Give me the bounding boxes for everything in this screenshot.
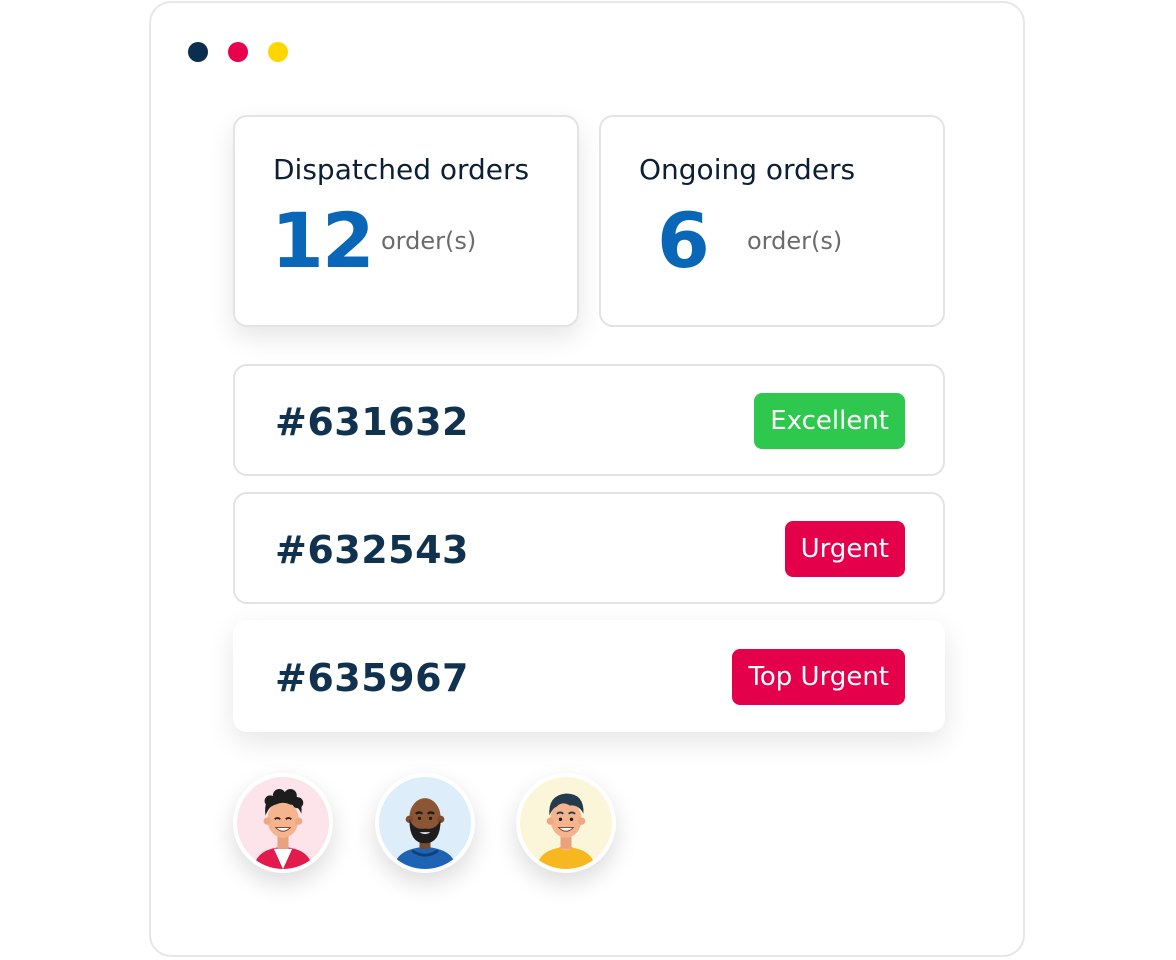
ongoing-orders-card[interactable]: Ongoing orders 6 order(s) (599, 115, 945, 327)
user-avatar-smiling-icon[interactable] (516, 773, 616, 873)
order-row[interactable]: #632543 Urgent (233, 492, 945, 604)
order-row[interactable]: #631632 Excellent (233, 364, 945, 476)
order-id: #631632 (275, 400, 469, 444)
user-avatar-bearded-icon[interactable] (375, 773, 475, 873)
stat-title: Dispatched orders (273, 153, 530, 186)
app-window: Dispatched orders 12 order(s) Ongoing or… (149, 1, 1025, 957)
status-badge: Top Urgent (732, 649, 905, 705)
order-id: #635967 (275, 656, 469, 700)
status-badge: Urgent (784, 521, 905, 577)
close-dot-icon[interactable] (188, 42, 208, 62)
dispatched-orders-card[interactable]: Dispatched orders 12 order(s) (233, 115, 579, 327)
minimize-dot-icon[interactable] (228, 42, 248, 62)
stat-value: 6 (657, 196, 710, 285)
maximize-dot-icon[interactable] (268, 42, 288, 62)
order-row[interactable]: #635967 Top Urgent (233, 620, 945, 732)
stat-unit: order(s) (747, 227, 843, 255)
order-id: #632543 (275, 528, 469, 572)
stat-value: 12 (271, 196, 375, 285)
status-badge: Excellent (754, 393, 905, 449)
stat-title: Ongoing orders (639, 153, 856, 186)
user-avatar-curly-hair-icon[interactable] (233, 773, 333, 873)
stat-unit: order(s) (381, 227, 477, 255)
